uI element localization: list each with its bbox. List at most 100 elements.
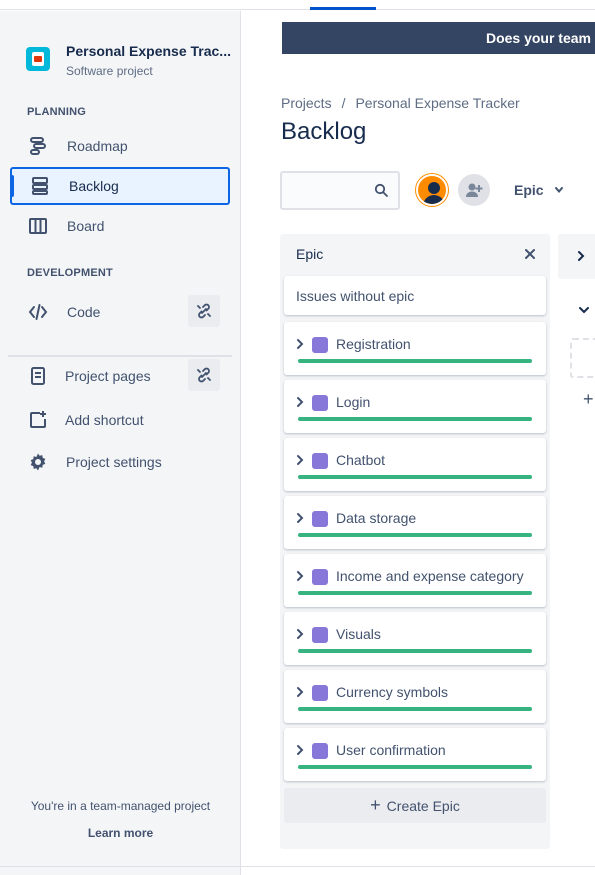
chevron-right-icon[interactable]: [296, 627, 304, 641]
plus-icon: +: [370, 795, 381, 815]
sidebar-item-label: Code: [67, 304, 101, 320]
add-shortcut-icon: [26, 408, 50, 432]
project-type: Software project: [66, 64, 153, 78]
close-icon[interactable]: [522, 246, 538, 262]
epic-progress-bar: [298, 417, 532, 421]
epic-name: Login: [336, 394, 371, 410]
chevron-right-icon[interactable]: [296, 511, 304, 525]
epic-color-icon: [312, 743, 328, 759]
page-icon: [26, 364, 50, 388]
create-epic-label: Create Epic: [386, 797, 460, 814]
link-icon: [197, 367, 211, 383]
epic-filter-label: Epic: [514, 182, 544, 198]
sidebar-item-code[interactable]: Code: [10, 293, 230, 331]
board-icon: [26, 214, 50, 238]
connect-pages-button[interactable]: [188, 359, 220, 391]
epic-card[interactable]: Currency symbols: [284, 670, 546, 723]
chevron-right-icon[interactable]: [296, 453, 304, 467]
epic-name: Income and expense category: [336, 568, 524, 584]
sidebar-item-label: Add shortcut: [65, 412, 144, 428]
bottom-divider: [0, 866, 595, 867]
epic-progress-bar: [298, 475, 532, 479]
create-epic-button[interactable]: + Create Epic: [284, 788, 546, 823]
project-header[interactable]: Personal Expense Trac... Software projec…: [26, 43, 231, 78]
epic-card[interactable]: Registration: [284, 322, 546, 375]
epic-progress-bar: [298, 649, 532, 653]
connect-code-button[interactable]: [188, 295, 220, 327]
epic-card[interactable]: User confirmation: [284, 728, 546, 781]
user-avatar[interactable]: [416, 174, 448, 206]
roadmap-icon: [26, 134, 50, 158]
project-name: Personal Expense Trac...: [66, 43, 231, 59]
epic-name: Data storage: [336, 510, 417, 526]
chevron-right-icon[interactable]: [296, 337, 304, 351]
epic-card[interactable]: Login: [284, 380, 546, 433]
issues-without-epic[interactable]: Issues without epic: [284, 276, 546, 315]
sidebar-item-label: Board: [67, 218, 105, 234]
gear-icon: [26, 450, 50, 474]
chevron-right-icon[interactable]: [296, 743, 304, 757]
sidebar: Personal Expense Trac... Software projec…: [0, 11, 241, 875]
add-people-button[interactable]: [458, 174, 490, 206]
epic-card[interactable]: Visuals: [284, 612, 546, 665]
active-tab-indicator: [310, 7, 376, 10]
epic-color-icon: [312, 453, 328, 469]
epic-progress-bar: [298, 765, 532, 769]
sidebar-item-project-settings[interactable]: Project settings: [10, 443, 230, 481]
epic-card[interactable]: Income and expense category: [284, 554, 546, 607]
project-avatar-icon: [26, 47, 50, 71]
epic-color-icon: [312, 569, 328, 585]
page-title: Backlog: [281, 118, 367, 145]
epic-filter-dropdown[interactable]: Epic: [504, 174, 574, 206]
epic-color-icon: [312, 685, 328, 701]
sidebar-item-roadmap[interactable]: Roadmap: [10, 127, 230, 165]
epic-name: Visuals: [336, 626, 381, 642]
chevron-right-icon[interactable]: [296, 569, 304, 583]
chevron-right-icon: [578, 251, 585, 261]
chevron-right-icon[interactable]: [296, 685, 304, 699]
code-icon: [26, 300, 50, 324]
team-managed-note: You're in a team-managed project: [30, 799, 211, 813]
breadcrumb-separator: /: [341, 95, 346, 111]
epic-card[interactable]: Chatbot: [284, 438, 546, 491]
development-section-title: DEVELOPMENT: [27, 267, 113, 279]
epic-color-icon: [312, 337, 328, 353]
learn-more-link[interactable]: Learn more: [0, 826, 241, 840]
chevron-down-icon: [554, 187, 563, 194]
chevron-down-icon[interactable]: [578, 305, 590, 315]
epic-name: Chatbot: [336, 452, 386, 468]
epic-color-icon: [312, 395, 328, 411]
search-input[interactable]: [280, 171, 400, 210]
epic-progress-bar: [298, 707, 532, 711]
sidebar-item-board[interactable]: Board: [10, 207, 230, 245]
sidebar-item-label: Project pages: [65, 368, 151, 384]
epic-name: User confirmation: [336, 742, 446, 758]
top-navigation-strip: [0, 0, 595, 10]
backlog-icon: [28, 174, 52, 198]
sidebar-item-add-shortcut[interactable]: Add shortcut: [10, 401, 230, 439]
epic-panel: Epic Issues without epic Registration Log…: [280, 234, 550, 849]
sidebar-item-label: Project settings: [66, 454, 162, 470]
breadcrumb: Projects / Personal Expense Tracker: [281, 95, 520, 111]
chevron-right-icon[interactable]: [296, 395, 304, 409]
sidebar-item-label: Backlog: [69, 178, 119, 194]
avatar-body: [423, 195, 445, 204]
epic-progress-bar: [298, 359, 532, 363]
link-icon: [197, 303, 211, 319]
sidebar-item-project-pages[interactable]: Project pages: [10, 357, 230, 395]
add-icon[interactable]: +: [583, 389, 594, 410]
planning-section-title: PLANNING: [27, 106, 87, 118]
sidebar-item-backlog[interactable]: Backlog: [10, 167, 230, 205]
promo-banner[interactable]: Does your team: [282, 22, 595, 54]
search-icon: [374, 183, 388, 202]
epic-color-icon: [312, 627, 328, 643]
sprint-drop-zone: [570, 338, 595, 378]
epic-color-icon: [312, 511, 328, 527]
collapsed-panel-toggle[interactable]: [558, 234, 595, 279]
epic-progress-bar: [298, 533, 532, 537]
breadcrumb-project-link[interactable]: Personal Expense Tracker: [355, 95, 519, 111]
breadcrumb-projects-link[interactable]: Projects: [281, 95, 332, 111]
epic-panel-title: Epic: [296, 246, 324, 262]
epic-name: Currency symbols: [336, 684, 449, 700]
epic-card[interactable]: Data storage: [284, 496, 546, 549]
